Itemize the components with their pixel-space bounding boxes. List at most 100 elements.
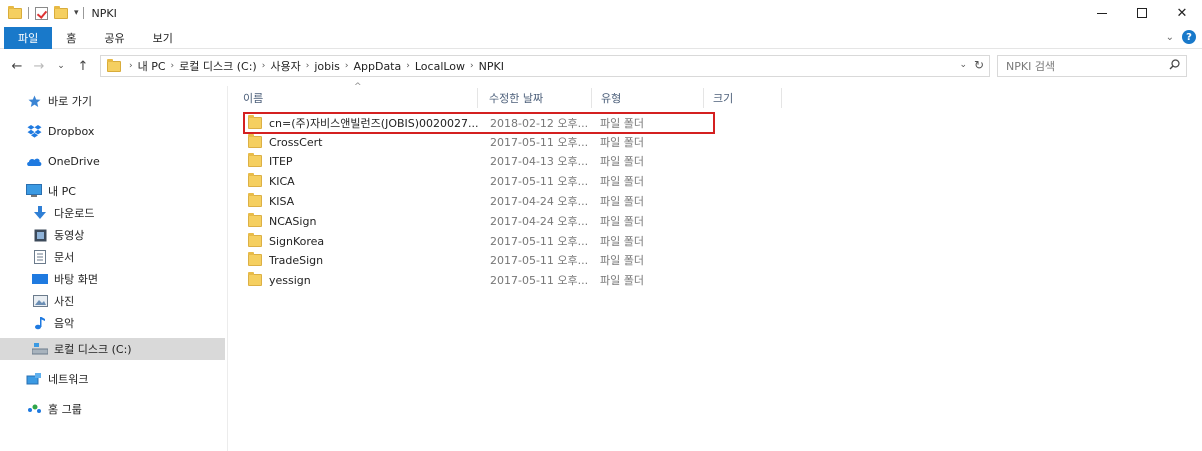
file-name: KISA (269, 194, 295, 208)
column-divider (703, 88, 704, 108)
breadcrumb-separator: › (170, 61, 175, 71)
cloud-icon (26, 154, 42, 168)
folder-icon (248, 233, 262, 247)
folder-icon (248, 153, 262, 167)
file-type: 파일 폴더 (600, 195, 644, 208)
file-date: 2017-05-11 오후... (490, 254, 589, 267)
minimize-icon (1097, 12, 1107, 14)
chevron-down-icon: ⌄ (57, 61, 65, 71)
ribbon-right: ⌄ ? (1166, 30, 1196, 44)
file-name: TradeSign (269, 253, 324, 267)
file-date: 2017-05-11 오후... (490, 274, 589, 287)
expand-ribbon-icon[interactable]: ⌄ (1166, 32, 1174, 43)
nav-item-quick-access[interactable]: 바로 가기 (0, 90, 225, 112)
refresh-icon[interactable]: ↻ (974, 58, 984, 72)
breadcrumb-npki[interactable]: NPKI (479, 60, 504, 73)
nav-item-label: Dropbox (48, 124, 95, 138)
column-header-size[interactable]: 크기 (707, 88, 777, 108)
nav-item-videos[interactable]: 동영상 (0, 224, 225, 246)
file-type: 파일 폴더 (600, 175, 644, 188)
column-header-date[interactable]: 수정한 날짜 (483, 88, 591, 108)
nav-item-dropbox[interactable]: Dropbox (0, 120, 225, 142)
table-row[interactable]: NCASign 2017-04-24 오후... 파일 폴더 (243, 211, 713, 231)
nav-item-this-pc[interactable]: 내 PC (0, 180, 225, 202)
nav-item-documents[interactable]: 문서 (0, 246, 225, 268)
breadcrumb-jobis[interactable]: jobis (314, 60, 340, 73)
file-type: 파일 폴더 (600, 155, 644, 168)
file-list-view: ^ 이름 수정한 날짜 유형 크기 cn=(주)자비스앤빌런즈(JOBIS)00… (229, 80, 1202, 451)
nav-item-local-disk[interactable]: 로컬 디스크 (C:) (0, 338, 225, 360)
column-divider (781, 88, 782, 108)
nav-item-label: 바탕 화면 (54, 273, 98, 286)
folder-icon (248, 193, 262, 207)
file-type: 파일 폴더 (600, 254, 644, 267)
column-header-type[interactable]: 유형 (595, 88, 703, 108)
column-divider (591, 88, 592, 108)
breadcrumb-this-pc[interactable]: 내 PC (138, 58, 166, 74)
computer-icon (26, 184, 42, 198)
ribbon-tabs: 파일 홈 공유 보기 ⌄ ? (0, 26, 1202, 49)
nav-item-label: 홈 그룹 (48, 403, 82, 416)
search-icon[interactable] (1169, 59, 1180, 70)
table-row[interactable]: KISA 2017-04-24 오후... 파일 폴더 (243, 191, 713, 211)
breadcrumb-separator: › (305, 61, 310, 71)
back-button[interactable]: ← (8, 57, 26, 75)
nav-item-desktop[interactable]: 바탕 화면 (0, 268, 225, 290)
close-button[interactable]: ✕ (1162, 0, 1202, 26)
download-icon (32, 206, 48, 220)
nav-item-label: 바로 가기 (48, 95, 92, 108)
tab-share[interactable]: 공유 (90, 27, 138, 49)
quick-access-toolbar: ▾ NPKI (8, 0, 117, 26)
table-row[interactable]: yessign 2017-05-11 오후... 파일 폴더 (243, 270, 713, 290)
breadcrumb-appdata[interactable]: AppData (353, 60, 401, 73)
help-icon[interactable]: ? (1182, 30, 1196, 44)
tab-view[interactable]: 보기 (139, 27, 187, 49)
properties-icon[interactable] (35, 6, 48, 20)
minimize-button[interactable] (1082, 0, 1122, 26)
nav-item-label: 음악 (54, 317, 75, 330)
folder-icon (248, 173, 262, 187)
arrow-right-icon: → (33, 58, 45, 74)
table-row[interactable]: TradeSign 2017-05-11 오후... 파일 폴더 (243, 250, 713, 270)
tab-file[interactable]: 파일 (4, 26, 53, 49)
column-header-name[interactable]: 이름 (237, 88, 477, 108)
address-dropdown-icon[interactable]: ⌄ (959, 60, 967, 70)
file-name: NCASign (269, 214, 317, 228)
nav-item-label: 다운로드 (54, 207, 95, 220)
nav-item-homegroup[interactable]: 홈 그룹 (0, 398, 225, 420)
nav-item-network[interactable]: 네트워크 (0, 368, 225, 390)
up-button[interactable]: ↑ (74, 57, 92, 75)
file-date: 2017-04-13 오후... (490, 155, 589, 168)
maximize-icon (1137, 8, 1147, 18)
folder-icon (248, 272, 262, 286)
breadcrumb-locallow[interactable]: LocalLow (415, 60, 465, 73)
address-bar[interactable]: › 내 PC › 로컬 디스크 (C:) › 사용자 › jobis › App… (100, 55, 990, 77)
forward-button[interactable]: → (30, 57, 48, 75)
file-name: SignKorea (269, 234, 325, 248)
nav-item-onedrive[interactable]: OneDrive (0, 150, 225, 172)
new-folder-icon[interactable] (54, 5, 68, 19)
maximize-button[interactable] (1122, 0, 1162, 26)
breadcrumb-separator: › (261, 61, 266, 71)
breadcrumb-users[interactable]: 사용자 (270, 58, 300, 74)
nav-item-music[interactable]: 음악 (0, 312, 225, 334)
customize-toolbar-icon[interactable]: ▾ (74, 8, 79, 18)
table-row[interactable]: SignKorea 2017-05-11 오후... 파일 폴더 (243, 231, 713, 251)
file-name: CrossCert (269, 135, 323, 149)
star-icon (26, 94, 42, 108)
nav-item-label: 네트워크 (48, 373, 89, 386)
breadcrumb-local-disk[interactable]: 로컬 디스크 (C:) (179, 58, 257, 74)
file-type: 파일 폴더 (600, 215, 644, 228)
nav-item-pictures[interactable]: 사진 (0, 290, 225, 312)
search-input[interactable] (1006, 59, 1156, 73)
folder-icon (248, 134, 262, 148)
nav-item-downloads[interactable]: 다운로드 (0, 202, 225, 224)
table-row[interactable]: ITEP 2017-04-13 오후... 파일 폴더 (243, 151, 713, 171)
tab-home[interactable]: 홈 (52, 27, 90, 49)
close-icon: ✕ (1176, 5, 1188, 21)
file-name: ITEP (269, 154, 293, 168)
table-row[interactable]: KICA 2017-05-11 오후... 파일 폴더 (243, 171, 713, 191)
table-row[interactable]: CrossCert 2017-05-11 오후... 파일 폴더 (243, 132, 713, 152)
recent-locations-button[interactable]: ⌄ (52, 57, 70, 75)
file-date: 2017-05-11 오후... (490, 136, 589, 149)
